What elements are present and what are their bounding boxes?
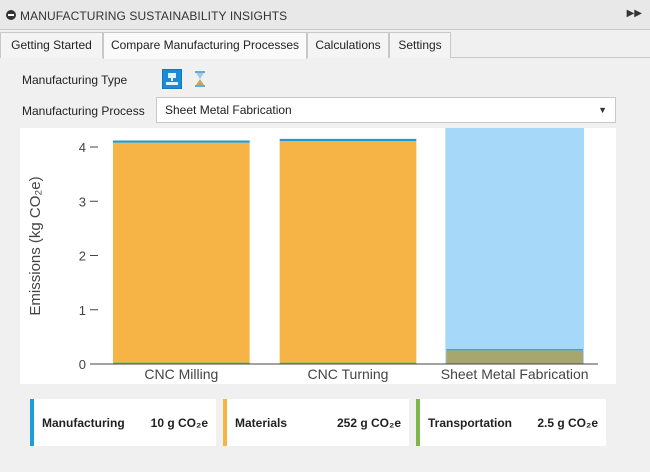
legend-label: Manufacturing	[42, 416, 125, 430]
bar-manufacturing-cnc-milling	[113, 140, 250, 143]
bar-materials-cnc-turning	[279, 141, 417, 363]
legend-item-transportation: Transportation 2.5 g CO₂e	[416, 399, 606, 446]
collapse-icon[interactable]	[6, 10, 16, 20]
y-axis-label: Emissions (kg CO₂e)	[27, 176, 44, 315]
tab-calculations[interactable]: Calculations	[307, 32, 389, 58]
tab-getting-started[interactable]: Getting Started	[0, 32, 103, 58]
y-tick-label: 0	[79, 357, 86, 372]
y-tick-label: 1	[79, 303, 86, 318]
window-title: MANUFACTURING SUSTAINABILITY INSIGHTS	[20, 9, 288, 23]
hourglass-icon	[195, 71, 205, 87]
tab-bar: Getting Started Compare Manufacturing Pr…	[0, 30, 650, 59]
double-chevron-right-icon[interactable]: ▶▶	[627, 8, 642, 19]
window-titlebar: MANUFACTURING SUSTAINABILITY INSIGHTS ▶▶	[0, 0, 650, 30]
manufacturing-type-label: Manufacturing Type	[22, 73, 128, 87]
bar-materials-sheet-metal-fabrication	[446, 350, 583, 364]
y-tick-label: 4	[79, 140, 86, 155]
tab-settings[interactable]: Settings	[389, 32, 451, 58]
legend-value: 252 g CO₂e	[336, 416, 401, 430]
legend-value: 2.5 g CO₂e	[537, 416, 598, 430]
manufacturing-type-hourglass-button[interactable]	[190, 69, 210, 89]
selected-category-highlight	[445, 128, 584, 364]
x-tick-label: CNC Turning	[308, 366, 389, 382]
emissions-chart-svg: CNC Milling CNC Turning Sheet Metal Fabric…	[27, 128, 598, 382]
manufacturing-process-value: Sheet Metal Fabrication	[165, 103, 292, 117]
manufacturing-process-label: Manufacturing Process	[22, 104, 145, 118]
chevron-down-icon: ▼	[598, 105, 607, 115]
manufacturing-process-select[interactable]: Sheet Metal Fabrication ▼	[156, 97, 616, 123]
legend-label: Materials	[235, 416, 288, 430]
x-tick-label: CNC Milling	[144, 366, 218, 382]
machine-tool-icon	[166, 73, 178, 85]
legend-item-manufacturing: Manufacturing 10 g CO₂e	[30, 399, 216, 446]
bar-materials-cnc-milling	[113, 142, 250, 363]
y-tick-label: 2	[79, 249, 86, 264]
bar-manufacturing-cnc-turning	[279, 138, 417, 142]
manufacturing-type-machine-button[interactable]	[162, 69, 182, 89]
emissions-chart: CNC Milling CNC Turning Sheet Metal Fabric…	[20, 128, 616, 384]
legend-item-materials: Materials 252 g CO₂e	[223, 399, 409, 446]
tab-compare-manufacturing-processes[interactable]: Compare Manufacturing Processes	[103, 32, 307, 59]
bar-manufacturing-sheet-metal-fabrication	[446, 349, 583, 351]
x-tick-label: Sheet Metal Fabrication	[441, 366, 589, 382]
legend-label: Transportation	[428, 416, 513, 430]
legend-value: 10 g CO₂e	[150, 416, 208, 430]
y-tick-label: 3	[79, 194, 86, 209]
